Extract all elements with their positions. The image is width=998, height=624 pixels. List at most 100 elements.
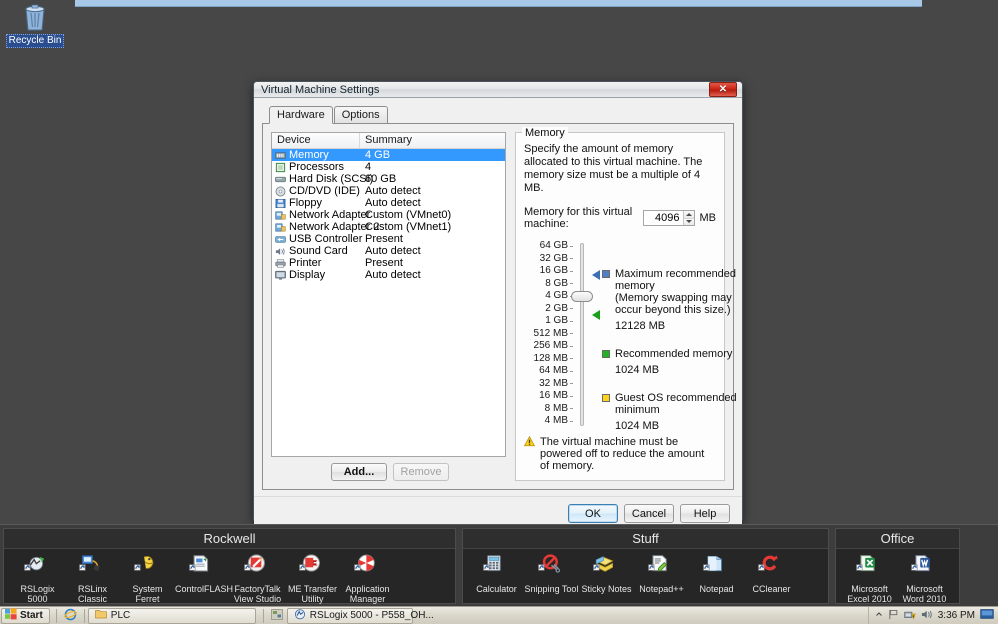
memory-unit-label: MB [699, 212, 717, 224]
dock-item-system-ferret[interactable]: System Ferret [120, 552, 175, 604]
device-row-memory[interactable]: Memory 4 GB [272, 149, 505, 161]
device-row-network-adapter[interactable]: Network Adapter Custom (VMnet0) [272, 209, 505, 221]
scale-tick [570, 390, 575, 403]
dock-item-snipping-tool[interactable]: Snipping Tool [524, 552, 579, 603]
cancel-button[interactable]: Cancel [624, 504, 674, 523]
device-summary: Auto detect [365, 197, 421, 209]
device-row-hard-disk-scsi[interactable]: Hard Disk (SCSI) 60 GB [272, 173, 505, 185]
dock-item-ccleaner[interactable]: CCleaner [744, 552, 799, 603]
memory-input[interactable] [643, 211, 683, 225]
memory-scale-labels: 64 GB 32 GB 16 GB 8 GB 4 GB 2 GB 1 GB 512 MB 256… [524, 240, 568, 428]
dock-stuff: Stuff Calculator Snipping Tool Sticky Note… [462, 528, 829, 604]
device-row-display[interactable]: Display Auto detect [272, 269, 505, 281]
taskbar-item-plc-label: PLC [110, 610, 131, 621]
dock-item-label: System Ferret [132, 584, 163, 604]
floppy-icon [275, 198, 286, 209]
close-icon[interactable]: ✕ [709, 82, 737, 97]
display-icon [275, 270, 286, 281]
internet-explorer-icon[interactable] [64, 608, 77, 624]
memory-scale-ticks [570, 240, 575, 428]
show-hidden-icons-icon[interactable] [875, 610, 883, 622]
scale-tick [570, 340, 575, 353]
taskbar-item-rslogix[interactable]: RSLogix 5000 - P558_OH... [286, 607, 434, 624]
scale-label: 32 GB [539, 252, 568, 264]
network-icon [275, 222, 286, 233]
ok-button[interactable]: OK [568, 504, 618, 523]
desktop-icon-recycle-bin[interactable]: Recycle Bin [4, 2, 66, 48]
dock-item-rslogix-5000[interactable]: RSLogix 5000 [10, 552, 65, 604]
dock-item-sticky-notes[interactable]: Sticky Notes [579, 552, 634, 603]
memory-slider-thumb[interactable] [571, 291, 593, 302]
column-header-summary[interactable]: Summary [360, 133, 505, 148]
flag-icon[interactable] [888, 609, 899, 623]
help-button[interactable]: Help [680, 504, 730, 523]
device-list[interactable]: Device Summary Memory 4 GB Processors 4 Hard… [271, 132, 506, 457]
cddvd-icon [275, 186, 286, 197]
start-button[interactable]: Start [1, 607, 50, 624]
dock-item-factorytalk-view-studio[interactable]: FactoryTalk View Studio [230, 552, 285, 604]
dock-item-calculator[interactable]: Calculator [469, 552, 524, 603]
memory-stepper[interactable] [642, 210, 695, 226]
scale-label: 16 MB [539, 390, 568, 401]
soundcard-icon [275, 246, 286, 257]
dock-item-controlflash[interactable]: ControlFLASH [175, 552, 233, 604]
device-row-network-adapter-2[interactable]: Network Adapter 2 Custom (VMnet1) [272, 221, 505, 233]
memory-description: Specify the amount of memory allocated t… [524, 143, 703, 194]
rslinx-icon [65, 552, 120, 582]
tab-options[interactable]: Options [333, 106, 388, 123]
dock-item-notepad[interactable]: Notepad++ [634, 552, 689, 603]
device-row-processors[interactable]: Processors 4 [272, 161, 505, 173]
tab-hardware[interactable]: Hardware [269, 106, 333, 124]
device-row-printer[interactable]: Printer Present [272, 257, 505, 269]
memory-spin-buttons[interactable] [682, 211, 694, 225]
scale-label: 4 MB [544, 415, 568, 426]
device-name: USB Controller [289, 233, 363, 245]
device-pane: Device Summary Memory 4 GB Processors 4 Hard… [271, 132, 506, 481]
memory-pane: Memory Specify the amount of memory allo… [515, 127, 737, 481]
memory-input-row: Memory for this virtual machine: MB [524, 206, 716, 230]
dock-item-application-manager[interactable]: Application Manager [340, 552, 395, 604]
device-row-floppy[interactable]: Floppy Auto detect [272, 197, 505, 209]
dock-item-label: Microsoft Word 2010 [902, 584, 947, 604]
clock[interactable]: 3:36 PM [938, 610, 975, 621]
windows-logo-icon [5, 608, 17, 623]
memory-slider-track[interactable] [580, 243, 584, 426]
virtual-machine-settings-dialog: Virtual Machine Settings ✕ Hardware Opti… [253, 81, 743, 531]
snipping-icon [524, 552, 579, 582]
scale-label: 64 MB [539, 365, 568, 376]
device-summary: Auto detect [365, 185, 421, 197]
scale-label: 128 MB [533, 352, 568, 364]
dock-item-me-transfer-utility[interactable]: ME Transfer Utility [285, 552, 340, 604]
network-warning-icon[interactable] [904, 609, 916, 623]
calculator-icon [469, 552, 524, 582]
scale-tick [570, 378, 575, 391]
dock-item-notepad[interactable]: Notepad [689, 552, 744, 603]
dialog-title: Virtual Machine Settings [261, 83, 380, 96]
device-row-sound-card[interactable]: Sound Card Auto detect [272, 245, 505, 257]
dock-item-microsoft-excel-2010[interactable]: Microsoft Excel 2010 [842, 552, 897, 604]
toolbar-handle-icon[interactable] [267, 608, 287, 623]
show-desktop-icon[interactable] [980, 608, 994, 623]
rslogix-icon [294, 608, 306, 623]
dock-item-label: FactoryTalk View Studio [233, 584, 282, 604]
background-window-edge[interactable] [75, 0, 922, 7]
spin-up-icon[interactable] [683, 211, 694, 219]
spin-down-icon[interactable] [683, 218, 694, 225]
tabstrip: Hardware Options [262, 106, 734, 124]
dialog-titlebar[interactable]: Virtual Machine Settings ✕ [254, 82, 742, 98]
legend-title-recommended: Recommended memory [615, 348, 733, 360]
add-button[interactable]: Add... [331, 463, 387, 481]
device-summary: Custom (VMnet0) [365, 209, 452, 221]
device-row-cd-dvd-ide[interactable]: CD/DVD (IDE) Auto detect [272, 185, 505, 197]
device-row-usb-controller[interactable]: USB Controller Present [272, 233, 505, 245]
controlflash-icon [175, 552, 230, 582]
notepadpp-icon [634, 552, 689, 582]
appmanager-icon [340, 552, 395, 582]
dock-item-rslinx-classic[interactable]: RSLinx Classic [65, 552, 120, 604]
column-header-device[interactable]: Device [272, 133, 360, 148]
dock-item-microsoft-word-2010[interactable]: Microsoft Word 2010 [897, 552, 952, 604]
volume-icon[interactable] [921, 609, 933, 623]
dock-title-stuff: Stuff [463, 529, 828, 549]
taskbar-item-plc[interactable]: PLC [87, 607, 256, 624]
quick-launch [60, 608, 81, 624]
